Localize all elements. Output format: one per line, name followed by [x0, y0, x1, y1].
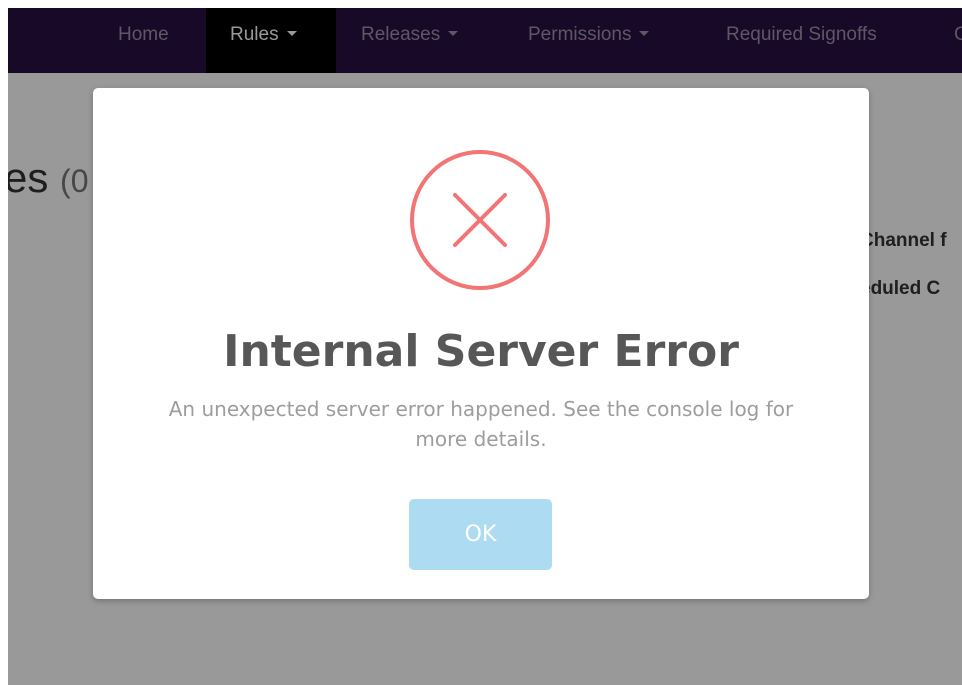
- error-dialog: Internal Server Error An unexpected serv…: [93, 88, 869, 599]
- dialog-title: Internal Server Error: [223, 326, 739, 377]
- ok-button[interactable]: OK: [409, 499, 552, 570]
- error-x-circle-icon: [410, 150, 550, 290]
- dialog-message: An unexpected server error happened. See…: [168, 397, 794, 451]
- app-frame: Home Rules Releases Permissions Required…: [8, 8, 962, 685]
